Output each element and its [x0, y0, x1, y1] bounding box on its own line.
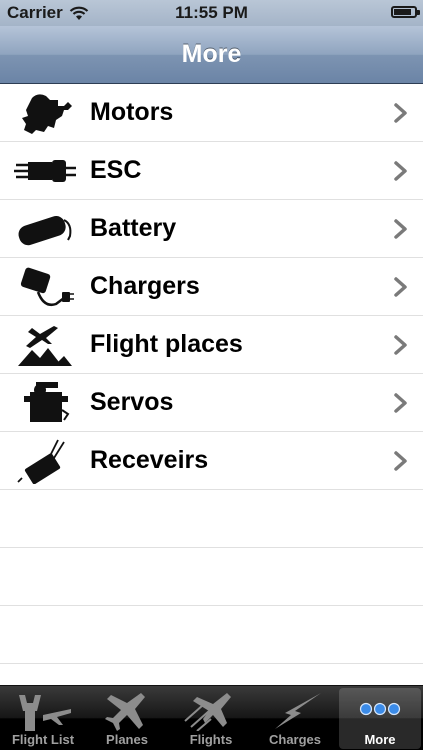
list-item-battery[interactable]: Battery — [0, 200, 423, 258]
esc-icon — [14, 160, 76, 182]
chevron-right-icon — [394, 219, 407, 239]
chevron-right-icon — [394, 393, 407, 413]
lightning-icon — [275, 693, 321, 729]
list-item-flight-places[interactable]: Flight places — [0, 316, 423, 374]
chevron-right-icon — [394, 277, 407, 297]
tab-flights[interactable]: Flights — [170, 688, 252, 749]
list-item-label: Receveirs — [90, 446, 209, 474]
empty-list-row — [0, 548, 423, 606]
list-item-label: Chargers — [90, 272, 200, 300]
list-item-label: Servos — [90, 388, 174, 416]
tab-label: More — [364, 732, 396, 747]
page-title: More — [181, 40, 242, 68]
list-item-motors[interactable]: Motors — [0, 84, 423, 142]
status-time: 11:55 PM — [175, 3, 248, 22]
plane-icon — [105, 693, 145, 731]
list-item-esc[interactable]: ESC — [0, 142, 423, 200]
tab-label: Flights — [189, 732, 233, 747]
flight-list-icon — [19, 695, 71, 731]
servo-icon — [24, 382, 70, 422]
charger-icon — [20, 267, 74, 306]
tab-more[interactable]: More — [339, 688, 421, 749]
list-item-label: Motors — [90, 98, 174, 126]
receiver-icon — [17, 439, 65, 484]
more-dots-icon — [359, 702, 401, 716]
tab-flight-list[interactable]: Flight List — [2, 688, 84, 749]
list-item-servos[interactable]: Servos — [0, 374, 423, 432]
battery-status-icon — [391, 6, 420, 18]
list-item-label: Battery — [90, 214, 177, 242]
tab-label: Flight List — [11, 732, 75, 747]
battery-icon — [18, 216, 72, 246]
motor-icon — [22, 94, 72, 134]
tab-charges[interactable]: Charges — [254, 688, 336, 749]
navigation-bar: More — [0, 26, 423, 84]
tab-bar: Flight List Planes Flights Charges More — [0, 685, 423, 750]
tab-label: Charges — [268, 732, 322, 747]
tab-label: Planes — [106, 732, 148, 747]
list-item-label: Flight places — [90, 330, 243, 358]
list-item-label: ESC — [90, 156, 142, 184]
flights-icon — [184, 693, 231, 731]
empty-list-row — [0, 606, 423, 664]
chevron-right-icon — [394, 451, 407, 471]
more-list: Motors ESC Battery Chargers Flight place… — [0, 84, 423, 684]
list-item-chargers[interactable]: Chargers — [0, 258, 423, 316]
chevron-right-icon — [394, 103, 407, 123]
empty-list-row — [0, 490, 423, 548]
tab-planes[interactable]: Planes — [86, 688, 168, 749]
list-item-receveirs[interactable]: Receveirs — [0, 432, 423, 490]
chevron-right-icon — [394, 335, 407, 355]
chevron-right-icon — [394, 161, 407, 181]
flight-places-icon — [18, 326, 72, 366]
status-bar: Carrier 11:55 PM — [0, 0, 423, 26]
